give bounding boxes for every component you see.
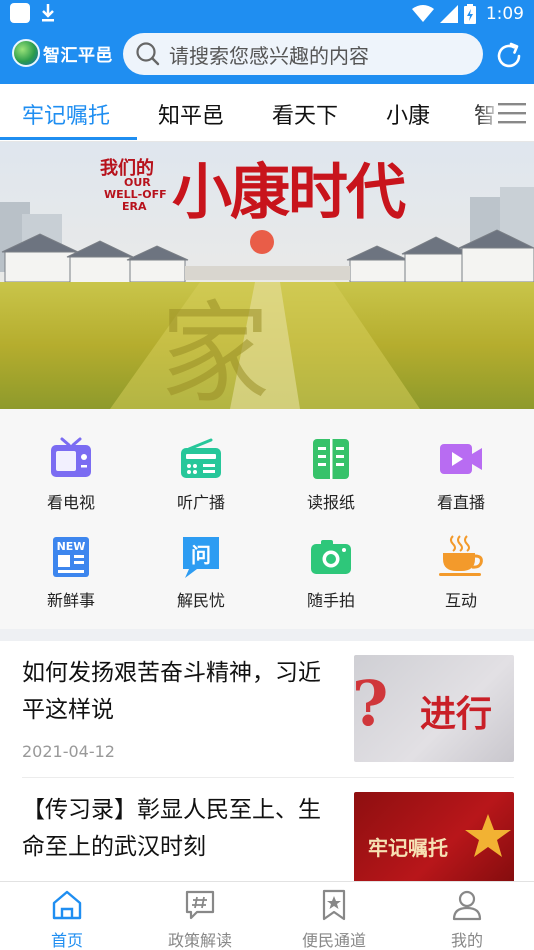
policy-chat-icon	[185, 890, 215, 920]
section-divider	[0, 629, 534, 641]
thumb-text: 牢记嘱托	[368, 836, 448, 860]
news-title: 【传习录】彰显人民至上、生命至上的武汉时刻	[22, 797, 321, 860]
news-title: 如何发扬艰苦奋斗精神，习近平这样说	[22, 660, 321, 723]
user-icon	[452, 890, 482, 921]
nav-label: 便民通道	[301, 931, 366, 950]
clock-time: 1:09	[485, 4, 524, 24]
app-screen: 1:09 智汇平邑 请搜索您感兴趣的内容 牢记嘱托 知平邑 看天下 小康 家 我…	[0, 0, 534, 950]
quick-snapshot[interactable]: 随手拍	[271, 533, 391, 629]
search-icon	[136, 42, 160, 66]
news-icon: NEW	[53, 537, 89, 577]
nav-label: 首页	[50, 931, 83, 950]
thumb-text: 进行	[420, 693, 493, 735]
signal-icon	[439, 5, 458, 23]
banner-headline-en-3: ERA	[122, 200, 147, 213]
download-icon	[42, 4, 54, 22]
tv-icon	[51, 437, 91, 477]
nav-label: 我的	[450, 931, 483, 950]
nav-convenience[interactable]: 便民通道	[274, 888, 394, 950]
search-bar[interactable]: 请搜索您感兴趣的内容	[123, 33, 483, 75]
question-chat-icon: 问	[183, 537, 219, 578]
quick-listen-radio[interactable]: 听广播	[141, 435, 261, 531]
channel-tabs: 牢记嘱托 知平邑 看天下 小康 智	[0, 84, 534, 142]
banner-headline-big: 小康时代	[172, 158, 406, 228]
quick-label: 互动	[444, 591, 477, 610]
quick-help-people[interactable]: 问 解民忧	[141, 533, 261, 629]
notification-app-icon	[10, 3, 30, 23]
nav-home[interactable]: 首页	[7, 888, 127, 950]
banner-carousel[interactable]: 家 我们的 OUR WELL-OFF ERA 小康时代	[0, 142, 534, 409]
quick-label: 解民忧	[176, 591, 225, 610]
tab-laojizhutuo[interactable]: 牢记嘱托	[22, 98, 110, 130]
news-date: 2021-04-12	[22, 742, 115, 761]
wifi-icon	[411, 5, 434, 22]
active-tab-indicator	[0, 137, 137, 140]
tab-kantianxia[interactable]: 看天下	[272, 98, 338, 130]
quick-watch-live[interactable]: 看直播	[401, 435, 521, 531]
quick-label: 读报纸	[306, 493, 355, 512]
quick-news[interactable]: NEW 新鲜事	[11, 533, 131, 629]
newspaper-icon	[313, 439, 349, 479]
nav-label: 政策解读	[167, 931, 232, 950]
tabs-menu-icon[interactable]	[498, 102, 526, 124]
news-thumbnail: ? 进行	[354, 655, 514, 762]
live-video-icon	[440, 444, 482, 474]
status-bar: 1:09	[0, 0, 534, 28]
svg-text:NEW: NEW	[57, 540, 86, 553]
top-bar: 智汇平邑 请搜索您感兴趣的内容	[0, 30, 534, 82]
quick-label: 看电视	[46, 493, 95, 512]
svg-text:问: 问	[191, 543, 211, 567]
star-icon	[465, 814, 511, 857]
quick-actions-grid: 看电视 听广播 读报纸 看直播 NEW 新鲜事 问 解民忧 随手拍 互动	[0, 409, 534, 629]
news-thumbnail: 牢记嘱托	[354, 792, 514, 881]
nav-mine[interactable]: 我的	[407, 888, 527, 950]
news-list: 如何发扬艰苦奋斗精神，习近平这样说 2021-04-12 ? 进行 【传习录】彰…	[0, 641, 534, 881]
camera-icon	[311, 540, 351, 574]
quick-watch-tv[interactable]: 看电视	[11, 435, 131, 531]
quick-interaction[interactable]: 互动	[401, 533, 521, 629]
home-icon	[52, 890, 82, 920]
logo-text: 智汇平邑	[43, 45, 113, 66]
quick-label: 随手拍	[306, 591, 355, 610]
app-logo[interactable]: 智汇平邑	[12, 39, 113, 67]
bottom-navigation: 首页 政策解读 便民通道 我的	[0, 881, 534, 950]
nav-policy[interactable]: 政策解读	[140, 888, 260, 950]
coffee-cup-icon	[439, 535, 483, 576]
bookmark-star-icon	[322, 889, 346, 921]
quick-label: 看直播	[436, 493, 485, 512]
battery-icon	[463, 4, 476, 24]
svg-text:家: 家	[160, 290, 270, 409]
globe-logo-icon	[12, 39, 40, 67]
search-placeholder: 请搜索您感兴趣的内容	[169, 43, 369, 68]
quick-label: 新鲜事	[46, 591, 95, 610]
app-header: 1:09 智汇平邑 请搜索您感兴趣的内容	[0, 0, 534, 84]
radio-icon	[181, 438, 221, 478]
quick-read-newspaper[interactable]: 读报纸	[271, 435, 391, 531]
refresh-icon[interactable]	[493, 40, 525, 72]
tab-zhipingyi[interactable]: 知平邑	[158, 98, 224, 130]
tab-xiaokang[interactable]: 小康	[386, 98, 430, 130]
quick-label: 听广播	[176, 493, 225, 512]
news-separator	[22, 777, 514, 778]
